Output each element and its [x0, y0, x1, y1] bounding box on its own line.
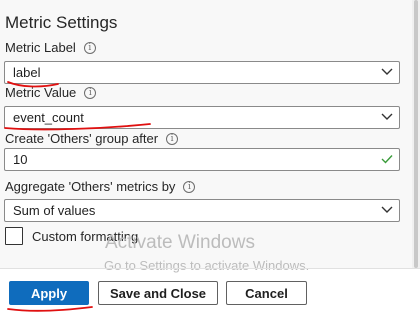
info-icon[interactable]: i	[83, 41, 96, 54]
metric-value-text: Metric Value	[5, 85, 77, 100]
others-group-heading: Create 'Others' group after i	[5, 131, 179, 146]
metric-value-value: event_count	[13, 110, 84, 125]
aggregate-select[interactable]: Sum of values	[4, 199, 400, 222]
checkmark-icon	[381, 155, 393, 164]
info-icon[interactable]: i	[84, 86, 97, 99]
aggregate-heading: Aggregate 'Others' metrics by i	[5, 179, 196, 194]
aggregate-value: Sum of values	[13, 203, 96, 218]
watermark-title: Activate Windows	[105, 232, 255, 253]
metric-label-select[interactable]: label	[4, 61, 400, 84]
others-group-text: Create 'Others' group after	[5, 131, 159, 146]
footer-divider	[0, 268, 420, 269]
chevron-down-icon	[381, 113, 393, 120]
metric-value-select[interactable]: event_count	[4, 106, 400, 129]
scrollbar-thumb[interactable]	[414, 0, 418, 268]
cancel-button[interactable]: Cancel	[226, 281, 307, 305]
custom-formatting-checkbox[interactable]	[5, 227, 23, 245]
chevron-down-icon	[381, 206, 393, 213]
apply-button[interactable]: Apply	[9, 281, 89, 305]
metric-value-heading: Metric Value i	[5, 85, 97, 100]
chevron-down-icon	[381, 68, 393, 75]
scrollbar[interactable]	[412, 0, 420, 268]
metric-label-text: Metric Label	[5, 40, 76, 55]
watermark-subtitle: Go to Settings to activate Windows.	[104, 258, 310, 273]
panel-title: Metric Settings	[5, 13, 118, 32]
metric-label-heading: Metric Label i	[5, 40, 96, 55]
others-group-input[interactable]: 10	[4, 148, 400, 171]
metric-label-value: label	[13, 65, 41, 80]
info-icon[interactable]: i	[183, 180, 196, 193]
save-and-close-button[interactable]: Save and Close	[98, 281, 218, 305]
annotation-underline-apply	[7, 306, 93, 312]
aggregate-text: Aggregate 'Others' metrics by	[5, 179, 176, 194]
others-group-value: 10	[13, 152, 28, 167]
info-icon[interactable]: i	[166, 132, 179, 145]
